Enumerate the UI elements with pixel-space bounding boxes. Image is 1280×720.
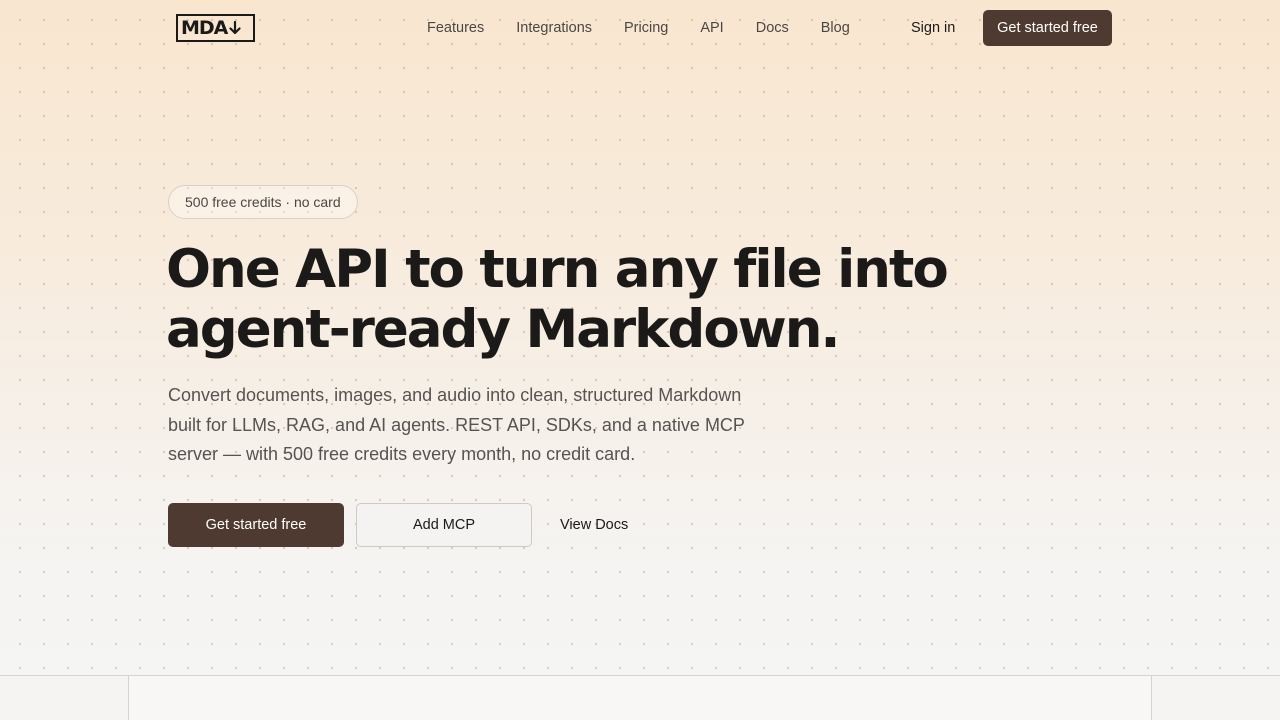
sign-in-link[interactable]: Sign in [897, 10, 969, 46]
view-docs-link[interactable]: View Docs [546, 503, 642, 547]
logo-text: MDA [181, 17, 228, 39]
get-started-button[interactable]: Get started free [168, 503, 344, 547]
add-mcp-button[interactable]: Add MCP [356, 503, 532, 547]
header-get-started-button[interactable]: Get started free [983, 10, 1112, 46]
credits-badge: 500 free credits · no card [168, 185, 358, 219]
down-arrow-icon [229, 20, 241, 36]
hero-title: One API to turn any file into agent-read… [166, 240, 986, 360]
nav-link-blog[interactable]: Blog [805, 12, 866, 44]
main-nav: Features Integrations Pricing API Docs B… [411, 0, 866, 56]
hero-subtitle: Convert documents, images, and audio int… [168, 385, 745, 464]
next-section-edge [0, 675, 1280, 720]
content-frame [128, 676, 1152, 720]
logo[interactable]: MDA [176, 14, 255, 42]
nav-link-pricing[interactable]: Pricing [608, 12, 684, 44]
nav-link-docs[interactable]: Docs [740, 12, 805, 44]
hero-title-line-2: agent-ready Markdown. [166, 299, 841, 360]
site-header: MDA Features Integrations Pricing API Do… [0, 0, 1280, 56]
hero-title-line-1: One API to turn any file into [166, 239, 949, 300]
nav-link-features[interactable]: Features [411, 12, 500, 44]
nav-link-api[interactable]: API [684, 12, 739, 44]
nav-link-integrations[interactable]: Integrations [500, 12, 608, 44]
